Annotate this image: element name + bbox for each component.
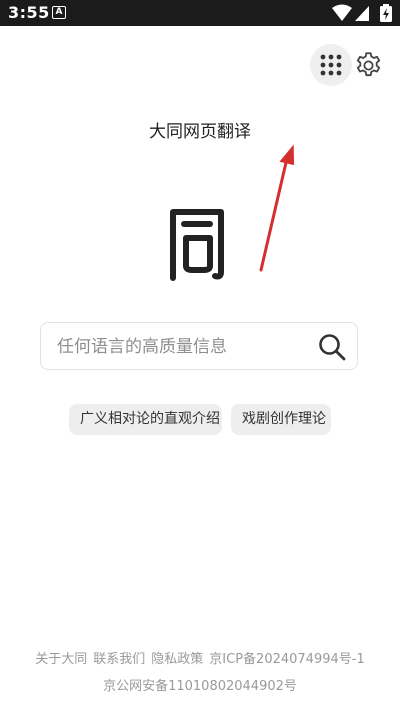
notification-icon: A [52, 6, 66, 19]
suggestion-chip[interactable]: 戏剧创作理论 [231, 404, 331, 435]
footer-link-privacy[interactable]: 隐私政策 [151, 652, 203, 667]
grid-dots-icon [320, 54, 342, 76]
battery-icon [380, 4, 392, 22]
suggestion-chip[interactable]: 广义相对论的直观介绍 [69, 404, 222, 435]
search-input[interactable] [57, 334, 307, 360]
footer-link-about[interactable]: 关于大同 [35, 652, 87, 667]
app-title: 大同网页翻译 [149, 122, 251, 142]
signal-icon [355, 6, 369, 21]
search-box [40, 322, 358, 370]
annotation-arrow-icon [259, 144, 295, 272]
gear-icon [356, 52, 381, 77]
footer-icp-record[interactable]: 京ICP备2024074994号-1 [209, 652, 364, 667]
apps-button[interactable] [310, 44, 352, 86]
footer-link-contact[interactable]: 联系我们 [93, 652, 145, 667]
search-icon[interactable] [317, 332, 347, 362]
footer-police-record[interactable]: 京公网安备11010802044902号 [0, 675, 400, 694]
settings-button[interactable] [353, 50, 384, 81]
status-bar: 3:55 A [0, 0, 400, 26]
status-time: 3:55 [8, 3, 50, 22]
wifi-icon [332, 4, 352, 21]
tong-seal-logo [170, 209, 224, 281]
footer-links: 关于大同 联系我们 隐私政策 京ICP备2024074994号-1 [0, 648, 400, 667]
